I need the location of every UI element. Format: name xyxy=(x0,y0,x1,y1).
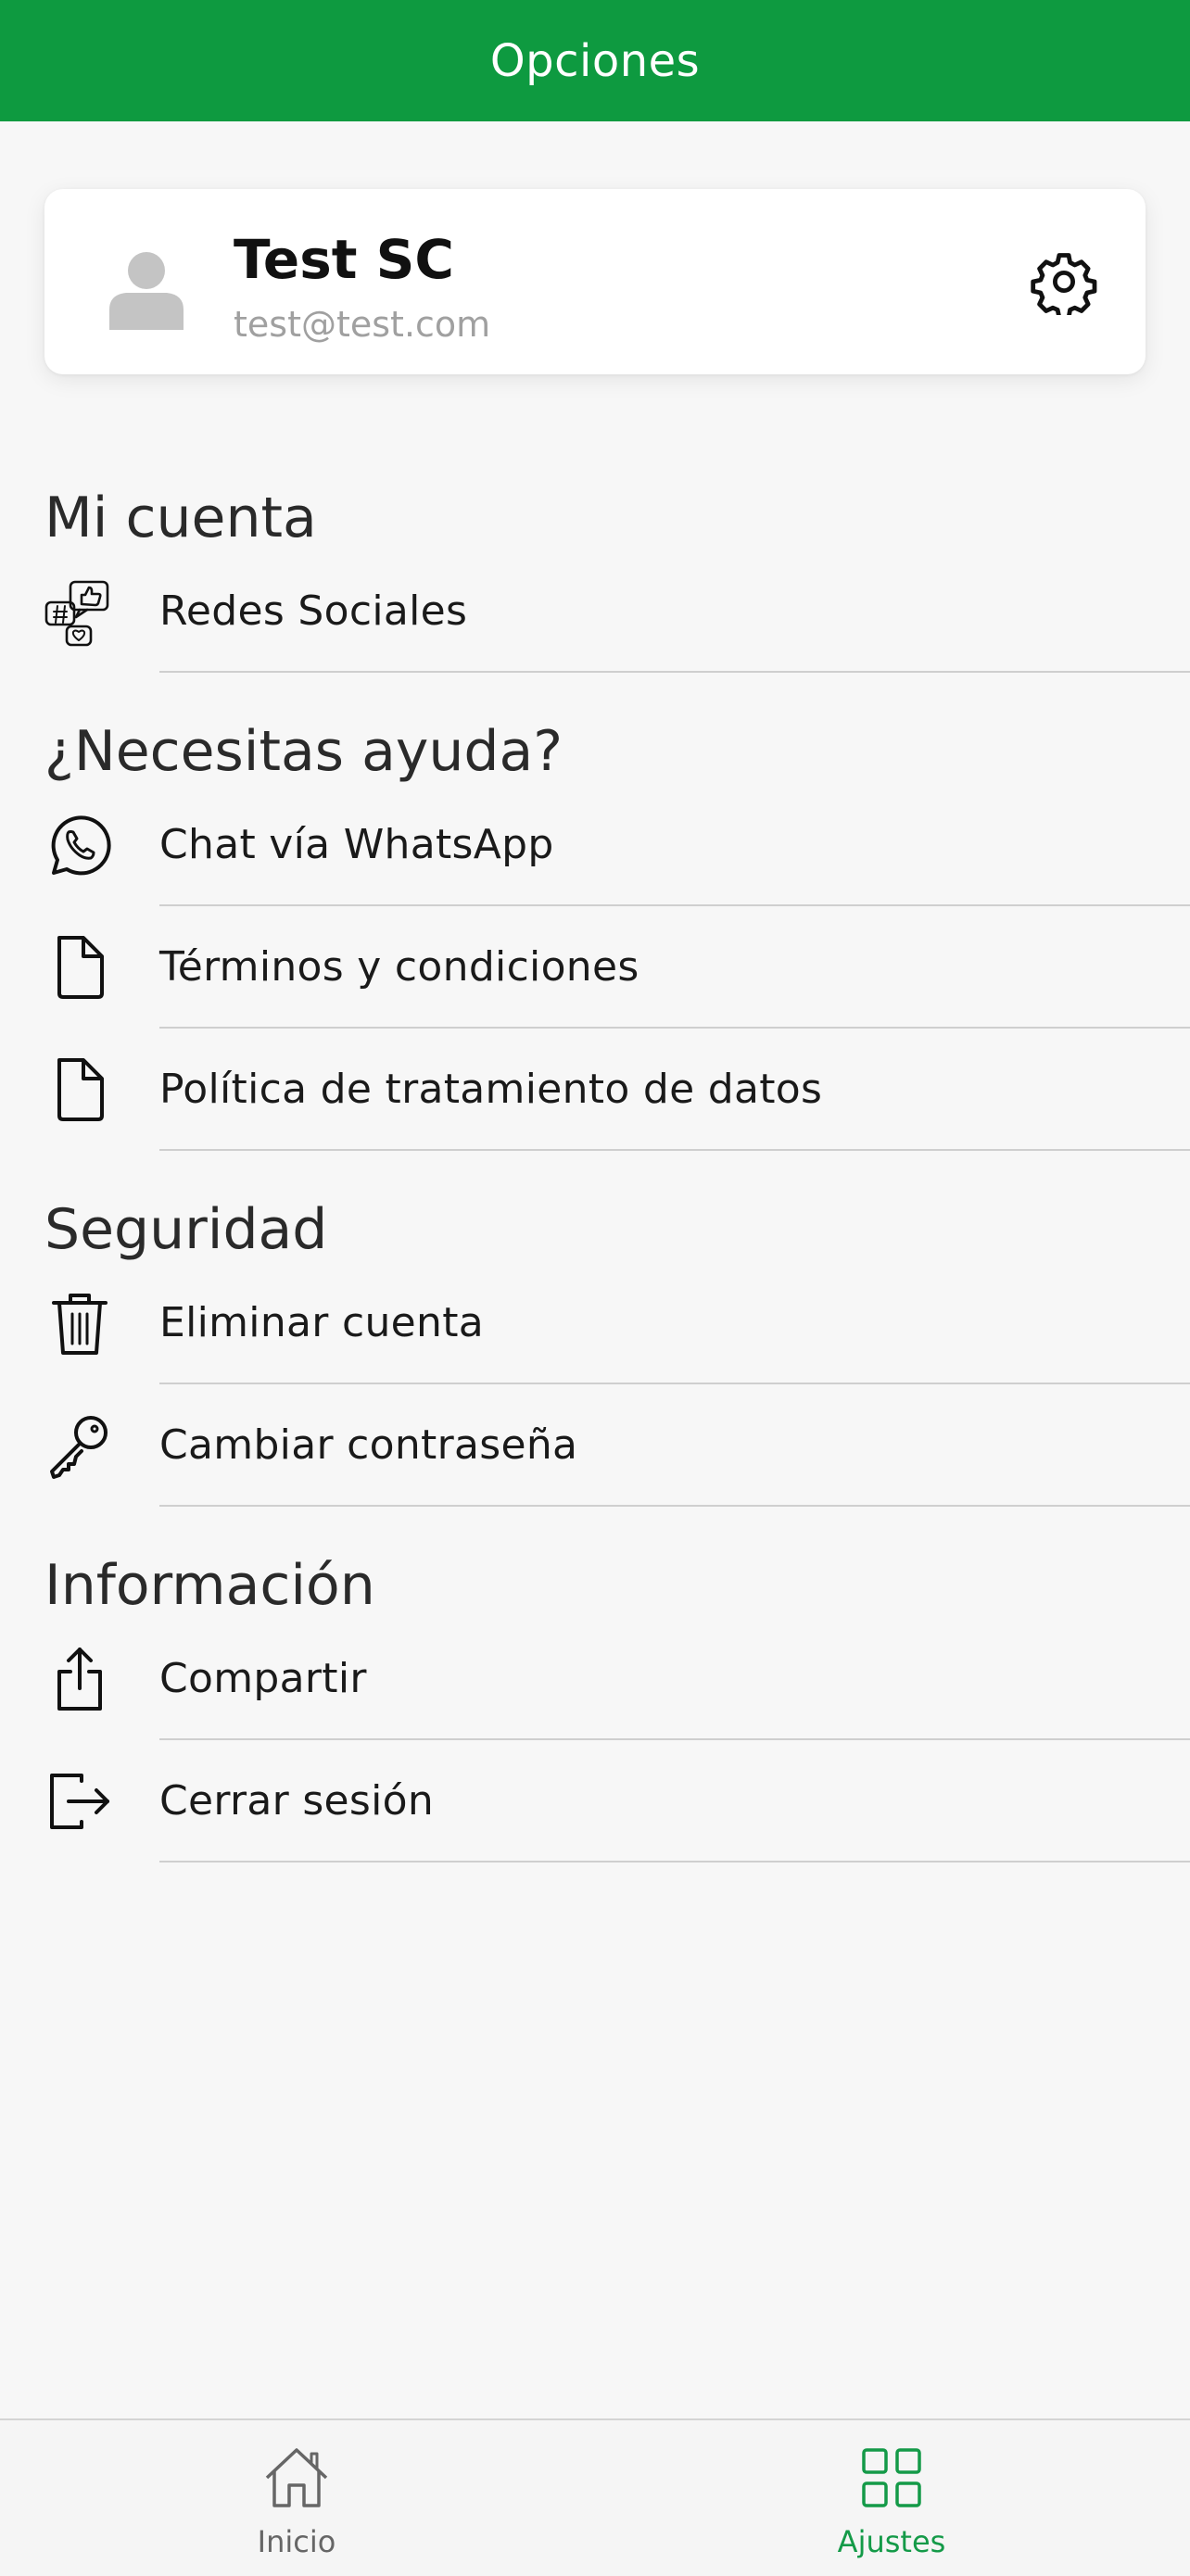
nav-item-ajustes[interactable]: Ajustes xyxy=(753,2420,1031,2576)
key-icon xyxy=(43,1408,117,1483)
document-icon xyxy=(43,930,117,1004)
whatsapp-icon xyxy=(43,808,117,882)
menu-item-label: Chat vía WhatsApp xyxy=(159,821,554,868)
menu-item-label: Compartir xyxy=(159,1655,367,1702)
home-icon xyxy=(261,2443,332,2513)
menu-item-label: Cambiar contraseña xyxy=(159,1421,578,1469)
nav-label: Ajustes xyxy=(837,2524,946,2559)
gear-icon[interactable] xyxy=(1027,245,1101,319)
menu-item-eliminar-cuenta[interactable]: Eliminar cuenta xyxy=(0,1262,1190,1384)
grid-icon xyxy=(856,2443,927,2513)
divider xyxy=(159,1505,1190,1507)
menu-item-redes-sociales[interactable]: Redes Sociales xyxy=(0,550,1190,673)
menu-item-label: Eliminar cuenta xyxy=(159,1299,485,1346)
page-title: Opciones xyxy=(489,34,701,87)
menu-item-cambiar-contrasena[interactable]: Cambiar contraseña xyxy=(0,1384,1190,1507)
app-bar: Opciones xyxy=(0,0,1190,121)
divider xyxy=(159,1149,1190,1151)
document-icon xyxy=(43,1053,117,1127)
share-icon xyxy=(43,1642,117,1716)
menu-item-cerrar-sesion[interactable]: Cerrar sesión xyxy=(0,1740,1190,1863)
menu-item-label: Política de tratamiento de datos xyxy=(159,1066,823,1113)
menu-item-whatsapp[interactable]: Chat vía WhatsApp xyxy=(0,784,1190,906)
profile-name: Test SC xyxy=(234,228,454,291)
section-title-ayuda: ¿Necesitas ayuda? xyxy=(44,719,563,784)
menu-item-politica-datos[interactable]: Política de tratamiento de datos xyxy=(0,1029,1190,1151)
menu-item-label: Términos y condiciones xyxy=(159,943,639,991)
menu-item-compartir[interactable]: Compartir xyxy=(0,1618,1190,1740)
divider xyxy=(159,1861,1190,1863)
person-icon xyxy=(100,241,193,334)
nav-item-inicio[interactable]: Inicio xyxy=(158,2420,436,2576)
menu-item-label: Redes Sociales xyxy=(159,587,468,635)
bottom-nav: Inicio Ajustes xyxy=(0,2418,1190,2576)
profile-card[interactable]: Test SC test@test.com xyxy=(44,189,1146,374)
logout-icon xyxy=(43,1764,117,1838)
section-title-mi-cuenta: Mi cuenta xyxy=(44,486,317,550)
menu-item-terminos[interactable]: Términos y condiciones xyxy=(0,906,1190,1029)
profile-email: test@test.com xyxy=(234,304,491,345)
social-media-icon xyxy=(43,575,117,649)
section-title-informacion: Información xyxy=(44,1553,375,1618)
menu-item-label: Cerrar sesión xyxy=(159,1777,435,1825)
divider xyxy=(159,671,1190,673)
section-title-seguridad: Seguridad xyxy=(44,1197,328,1262)
trash-icon xyxy=(43,1286,117,1360)
nav-label: Inicio xyxy=(257,2524,336,2559)
